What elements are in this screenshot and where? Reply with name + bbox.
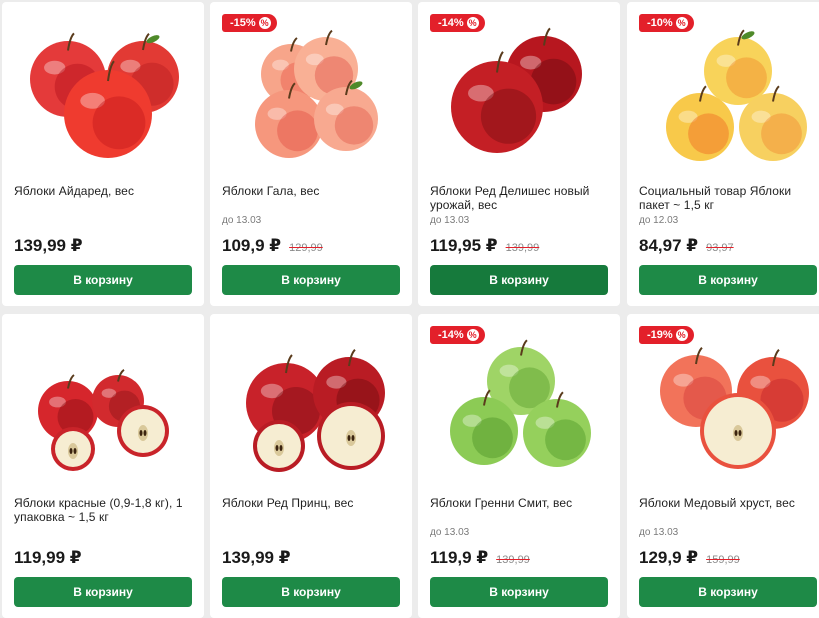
current-price: 119,9 ₽: [430, 548, 489, 567]
discount-badge: -19% %: [639, 326, 694, 344]
add-to-cart-button[interactable]: В корзину: [430, 265, 608, 295]
apples-red-cut-icon: [38, 368, 169, 471]
percent-icon: %: [466, 17, 479, 29]
product-image[interactable]: [418, 10, 620, 178]
product-card[interactable]: -19% % Яблоки Медовый хруст, вес до 13.03…: [627, 314, 819, 618]
current-price: 119,95 ₽: [430, 236, 498, 255]
percent-icon: %: [675, 329, 688, 341]
promo-until: до 13.03: [639, 527, 679, 538]
product-card[interactable]: -10% % Социальный товар Яблоки пакет ~ 1…: [627, 2, 819, 306]
product-card[interactable]: -15% % Яблоки Гала, вес до 13.03 109,9 ₽1…: [210, 2, 412, 306]
product-title[interactable]: Яблоки Гала, вес: [222, 184, 402, 198]
product-image[interactable]: [2, 10, 204, 178]
product-card[interactable]: Яблоки Ред Принц, вес 139,99 ₽ В корзину: [210, 314, 412, 618]
discount-value: -19%: [647, 329, 673, 341]
product-title[interactable]: Яблоки красные (0,9-1,8 кг), 1 упаковка …: [14, 496, 194, 524]
price-row: 139,99 ₽: [14, 236, 83, 256]
discount-value: -10%: [647, 17, 673, 29]
price-row: 129,9 ₽ 159,99: [639, 548, 740, 568]
promo-until: до 13.03: [430, 527, 470, 538]
discount-badge: -10% %: [639, 14, 694, 32]
old-price: 129,99: [289, 242, 323, 254]
discount-badge: -15% %: [222, 14, 277, 32]
product-image[interactable]: [627, 322, 819, 490]
apples-red-prince-icon: [246, 349, 385, 472]
promo-until: до 13.03: [430, 215, 470, 226]
price-row: 119,9 ₽ 139,99: [430, 548, 530, 568]
product-grid: Яблоки Айдаред, вес 139,99 ₽ В корзину -1…: [0, 0, 819, 618]
product-title[interactable]: Яблоки Ред Принц, вес: [222, 496, 402, 510]
promo-until: до 12.03: [639, 215, 679, 226]
old-price: 93,97: [706, 242, 734, 254]
product-title[interactable]: Яблоки Айдаред, вес: [14, 184, 194, 198]
product-image[interactable]: [2, 322, 204, 490]
product-image[interactable]: [418, 322, 620, 490]
apples-honeycrisp-icon: [660, 347, 809, 469]
discount-value: -15%: [230, 17, 256, 29]
apples-gala-icon: [255, 29, 378, 158]
product-title[interactable]: Яблоки Гренни Смит, вес: [430, 496, 610, 510]
add-to-cart-button[interactable]: В корзину: [14, 265, 192, 295]
price-row: 119,99 ₽: [14, 548, 82, 568]
product-title[interactable]: Социальный товар Яблоки пакет ~ 1,5 кг: [639, 184, 819, 212]
product-card[interactable]: -14% % Яблоки Ред Делишес новый урожай, …: [418, 2, 620, 306]
product-image[interactable]: [210, 322, 412, 490]
apples-green-icon: [450, 339, 591, 467]
promo-until: до 13.03: [222, 215, 262, 226]
product-image[interactable]: [627, 10, 819, 178]
product-card[interactable]: Яблоки красные (0,9-1,8 кг), 1 упаковка …: [2, 314, 204, 618]
current-price: 119,99 ₽: [14, 548, 82, 567]
discount-badge: -14% %: [430, 326, 485, 344]
apples-red-delicious-icon: [451, 27, 582, 153]
old-price: 139,99: [505, 242, 540, 254]
product-card[interactable]: Яблоки Айдаред, вес 139,99 ₽ В корзину: [2, 2, 204, 306]
add-to-cart-button[interactable]: В корзину: [639, 577, 817, 607]
old-price: 139,99: [496, 554, 530, 566]
discount-badge: -14% %: [430, 14, 485, 32]
add-to-cart-button[interactable]: В корзину: [222, 265, 400, 295]
discount-value: -14%: [438, 17, 464, 29]
apples-red-icon: [30, 32, 179, 158]
current-price: 139,99 ₽: [222, 548, 291, 567]
price-row: 139,99 ₽: [222, 548, 291, 568]
current-price: 139,99 ₽: [14, 236, 83, 255]
product-card[interactable]: -14% % Яблоки Гренни Смит, вес до 13.03 1…: [418, 314, 620, 618]
add-to-cart-button[interactable]: В корзину: [639, 265, 817, 295]
current-price: 109,9 ₽: [222, 236, 282, 255]
add-to-cart-button[interactable]: В корзину: [222, 577, 400, 607]
percent-icon: %: [466, 329, 479, 341]
percent-icon: %: [675, 17, 688, 29]
add-to-cart-button[interactable]: В корзину: [14, 577, 192, 607]
price-row: 109,9 ₽ 129,99: [222, 236, 323, 256]
old-price: 159,99: [706, 554, 740, 566]
discount-value: -14%: [438, 329, 464, 341]
add-to-cart-button[interactable]: В корзину: [430, 577, 608, 607]
product-title[interactable]: Яблоки Медовый хруст, вес: [639, 496, 819, 510]
percent-icon: %: [258, 17, 271, 29]
price-row: 119,95 ₽ 139,99: [430, 236, 539, 256]
apples-yellow-icon: [666, 29, 807, 161]
current-price: 129,9 ₽: [639, 548, 699, 567]
current-price: 84,97 ₽: [639, 236, 699, 255]
price-row: 84,97 ₽ 93,97: [639, 236, 734, 256]
product-title[interactable]: Яблоки Ред Делишес новый урожай, вес: [430, 184, 610, 212]
product-image[interactable]: [210, 10, 412, 178]
